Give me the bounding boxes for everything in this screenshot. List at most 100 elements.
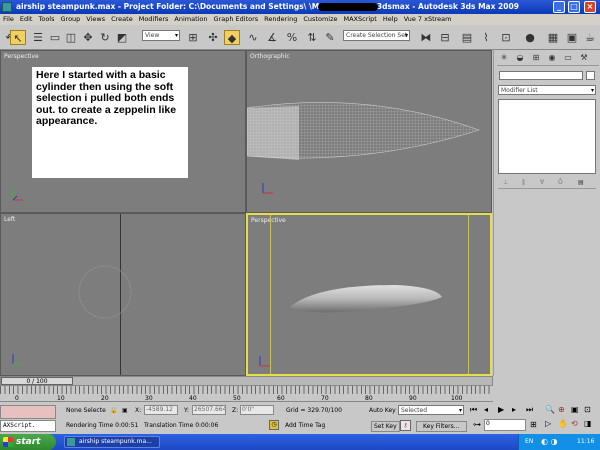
play-icon[interactable]: ▶	[498, 405, 504, 414]
modify-tab-icon[interactable]: ◒	[513, 52, 527, 64]
remove-modifier-icon[interactable]: Ô	[558, 179, 563, 186]
absolute-mode-icon[interactable]: ▣	[122, 407, 128, 414]
start-button[interactable]: start	[0, 434, 56, 450]
menu-help[interactable]: Help	[380, 14, 401, 25]
z-coordinate-field[interactable]: 0'0"	[240, 405, 274, 415]
select-rotate-icon[interactable]: ↻	[97, 30, 113, 45]
maxscript-listener-pink[interactable]	[0, 405, 56, 419]
menu-animation[interactable]: Animation	[171, 14, 210, 25]
menu-tools[interactable]: Tools	[35, 14, 57, 25]
modifier-list-dropdown[interactable]: Modifier List	[498, 85, 596, 95]
auto-key-button[interactable]: Auto Key	[369, 407, 396, 414]
menu-edit[interactable]: Edit	[17, 14, 36, 25]
taskbar-item-3dsmax[interactable]: airship steampunk.ma...	[64, 436, 160, 448]
key-filters-button[interactable]: Key Filters...	[416, 421, 467, 432]
current-frame-field[interactable]: 0	[484, 419, 526, 431]
maximize-viewport-icon[interactable]: ◨	[584, 419, 592, 428]
render-production-icon[interactable]: ☕	[582, 30, 598, 45]
key-mode-dropdown[interactable]: Selected	[398, 405, 464, 415]
make-unique-icon[interactable]: ∀	[540, 179, 544, 186]
schematic-view-icon[interactable]: ⊡	[498, 30, 514, 45]
menu-file[interactable]: File	[0, 14, 17, 25]
maximize-button[interactable]: □	[568, 1, 580, 13]
menu-group[interactable]: Group	[58, 14, 84, 25]
render-setup-icon[interactable]: ▦	[545, 30, 561, 45]
menu-create[interactable]: Create	[108, 14, 136, 25]
motion-tab-icon[interactable]: ◉	[545, 52, 559, 64]
viewport-perspective-active[interactable]: Perspective	[246, 213, 492, 376]
object-color-swatch[interactable]	[586, 71, 595, 80]
minimize-button[interactable]: _	[553, 1, 565, 13]
time-slider[interactable]: 0 / 100	[0, 376, 493, 386]
select-object-icon[interactable]: ↖	[10, 30, 26, 45]
selection-region-icon[interactable]: ▭	[47, 30, 63, 45]
select-by-name-icon[interactable]: ☰	[30, 30, 46, 45]
x-coordinate-field[interactable]: -4589.12	[144, 405, 178, 415]
keyboard-shortcut-toggle-icon[interactable]: ◆	[224, 30, 240, 45]
snaps-toggle-icon[interactable]: ∿	[245, 30, 261, 45]
field-of-view-icon[interactable]: ▷	[545, 419, 551, 428]
pivot-center-icon[interactable]: ⊞	[185, 30, 201, 45]
mirror-icon[interactable]: ⧓	[418, 30, 434, 45]
menu-vue[interactable]: Vue 7 xStream	[401, 14, 455, 25]
windows-logo-icon	[3, 437, 13, 447]
material-editor-icon[interactable]: ●	[522, 30, 538, 45]
curve-editor-icon[interactable]: ⌇	[478, 30, 494, 45]
angle-snap-icon[interactable]: ∡	[264, 30, 280, 45]
select-manipulate-icon[interactable]: ✣	[205, 30, 221, 45]
go-to-end-icon[interactable]: ⏭	[526, 405, 533, 415]
spinner-snap-icon[interactable]: ⇅	[304, 30, 320, 45]
modifier-stack[interactable]	[498, 99, 596, 174]
time-configuration-icon[interactable]: ⊞	[530, 420, 537, 429]
named-selection-icon[interactable]: ✎	[322, 30, 338, 45]
lock-selection-icon[interactable]: 🔒	[110, 407, 117, 414]
select-move-icon[interactable]: ✥	[80, 30, 96, 45]
viewport-left[interactable]: Left	[0, 213, 246, 376]
language-indicator[interactable]: EN	[525, 438, 533, 445]
arc-rotate-icon[interactable]: ⟲	[571, 419, 578, 428]
time-tag-icon[interactable]: ◷	[269, 420, 279, 430]
menu-maxscript[interactable]: MAXScript	[341, 14, 380, 25]
menu-modifiers[interactable]: Modifiers	[136, 14, 172, 25]
utilities-tab-icon[interactable]: ⚒	[577, 52, 591, 64]
select-scale-icon[interactable]: ◩	[114, 30, 130, 45]
viewport-orthographic[interactable]: Orthographic	[246, 50, 492, 213]
go-to-start-icon[interactable]: ⏮	[470, 405, 477, 415]
menu-graph-editors[interactable]: Graph Editors	[211, 14, 262, 25]
previous-frame-icon[interactable]: ◂	[484, 405, 488, 414]
pin-stack-icon[interactable]: ⊥	[503, 179, 508, 186]
menu-rendering[interactable]: Rendering	[261, 14, 300, 25]
pan-icon[interactable]: ✋	[558, 419, 568, 428]
create-tab-icon[interactable]: ✳	[497, 52, 511, 64]
percent-snap-icon[interactable]: %	[284, 30, 300, 45]
next-frame-icon[interactable]: ▸	[512, 405, 516, 414]
configure-modifier-sets-icon[interactable]: ▤	[578, 179, 584, 186]
reference-coordinate-dropdown[interactable]: View	[142, 30, 180, 41]
y-coordinate-field[interactable]: 26507.664	[192, 405, 226, 415]
hierarchy-tab-icon[interactable]: ⊞	[529, 52, 543, 64]
key-mode-toggle-icon[interactable]: ⊶	[473, 420, 481, 429]
named-selection-dropdown[interactable]: Create Selection Set	[343, 30, 410, 41]
menu-customize[interactable]: Customize	[300, 14, 340, 25]
show-end-result-icon[interactable]: ‖	[522, 179, 525, 186]
maxscript-listener[interactable]: AXScript.	[0, 420, 56, 432]
display-tab-icon[interactable]: ▭	[561, 52, 575, 64]
close-button[interactable]: ×	[584, 1, 596, 13]
add-time-tag[interactable]: Add Time Tag	[285, 422, 325, 429]
set-key-icon[interactable]: ⚷	[400, 420, 411, 431]
layer-manager-icon[interactable]: ▤	[459, 30, 475, 45]
track-bar[interactable]: 0 10 20 30 40 50 60 70 80 90 100	[0, 386, 493, 402]
set-key-button[interactable]: Set Key	[371, 421, 400, 432]
tray-icons[interactable]: ◐ ◑	[541, 437, 558, 446]
object-name-field[interactable]	[499, 71, 583, 80]
zoom-icon[interactable]: 🔍	[545, 405, 555, 414]
command-panel: ✳ ◒ ⊞ ◉ ▭ ⚒ Modifier List ⊥ ‖ ∀ Ô ▤	[493, 50, 600, 403]
align-icon[interactable]: ⊟	[437, 30, 453, 45]
zoom-all-icon[interactable]: ⊕	[558, 405, 565, 414]
zoom-extents-all-icon[interactable]: ⊡	[584, 405, 591, 414]
window-crossing-icon[interactable]: ◫	[63, 30, 79, 45]
zoom-extents-icon[interactable]: ▣	[571, 405, 579, 414]
render-frame-icon[interactable]: ▣	[564, 30, 580, 45]
menu-views[interactable]: Views	[83, 14, 108, 25]
time-slider-thumb[interactable]: 0 / 100	[1, 377, 73, 385]
